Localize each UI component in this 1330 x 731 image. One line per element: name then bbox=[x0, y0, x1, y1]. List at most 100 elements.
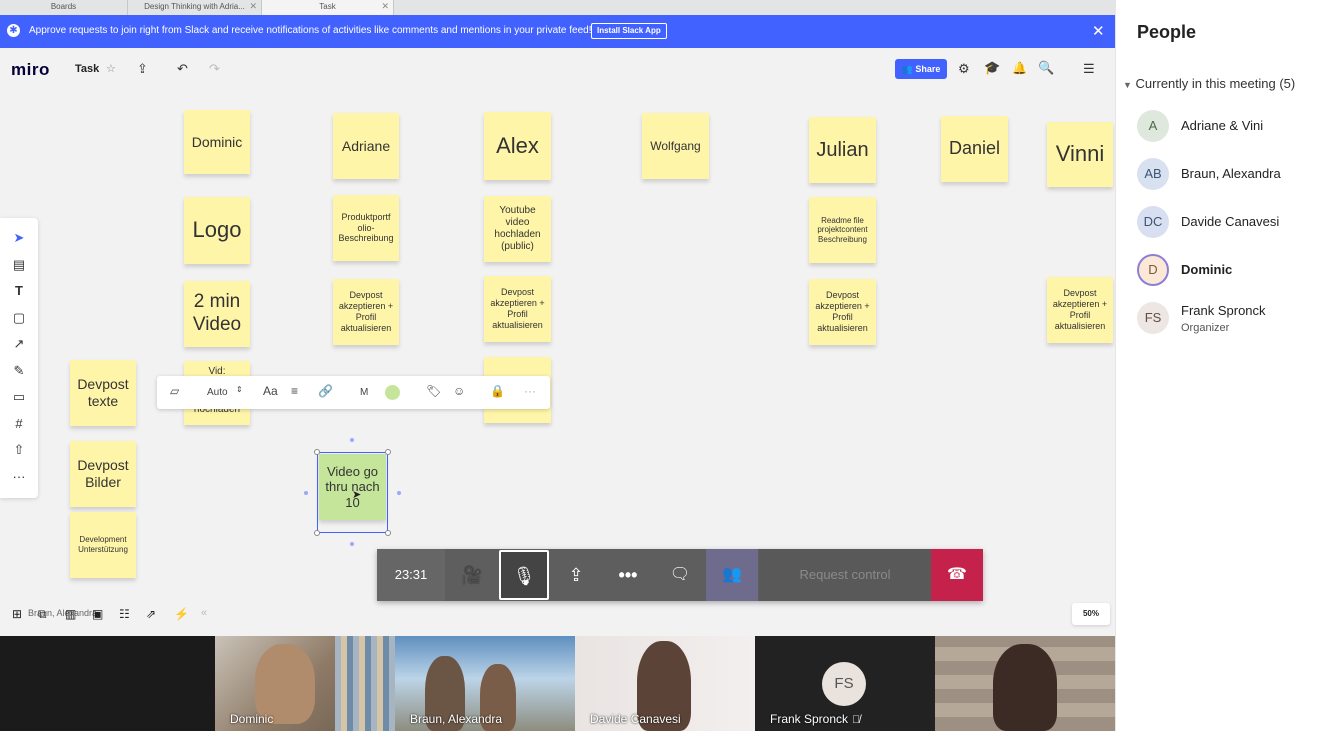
lock-icon[interactable]: 🔒 bbox=[490, 384, 505, 398]
connector-dot[interactable] bbox=[350, 542, 354, 546]
request-control-button[interactable]: Request control bbox=[759, 549, 931, 601]
resize-handle[interactable] bbox=[385, 449, 391, 455]
frames-icon[interactable]: ⊞ bbox=[12, 607, 22, 621]
text-tool-icon[interactable]: T bbox=[11, 283, 27, 299]
color-picker-button[interactable] bbox=[385, 385, 400, 400]
search-icon[interactable]: 🔍 bbox=[1038, 60, 1054, 76]
sticky-note[interactable]: 2 min Video bbox=[184, 281, 250, 347]
zoom-level[interactable]: 50% bbox=[1072, 603, 1110, 625]
person-silhouette bbox=[993, 644, 1057, 731]
connector-dot[interactable] bbox=[350, 438, 354, 442]
list-icon[interactable]: ☷ bbox=[119, 607, 130, 621]
more-tools-icon[interactable]: ··· bbox=[11, 469, 27, 485]
comments-icon[interactable]: ▣ bbox=[92, 607, 103, 621]
participant-item[interactable]: AB Braun, Alexandra bbox=[1137, 158, 1327, 192]
resize-handle[interactable] bbox=[314, 449, 320, 455]
more-icon[interactable]: ··· bbox=[524, 384, 536, 398]
cards-icon[interactable]: ▥ bbox=[65, 607, 76, 621]
meeting-section-header[interactable]: ▼ Currently in this meeting (5) bbox=[1123, 76, 1295, 91]
tab-design-thinking[interactable]: Design Thinking with Adria... ✕ bbox=[128, 0, 262, 15]
connector-dot[interactable] bbox=[304, 491, 308, 495]
redo-icon[interactable]: ↷ bbox=[209, 61, 220, 77]
participant-item[interactable]: DC Davide Canavesi bbox=[1137, 206, 1327, 240]
sticky-note[interactable]: Wolfgang bbox=[642, 113, 709, 179]
tag-icon[interactable]: 🏷 bbox=[426, 384, 441, 398]
pen-icon[interactable]: ✎ bbox=[11, 363, 27, 379]
sticky-note[interactable]: Produktportf olio-Beschreibung bbox=[333, 195, 399, 261]
hang-up-icon[interactable]: ☎ bbox=[931, 549, 983, 601]
sticky-note[interactable]: Development Unterstützung bbox=[70, 512, 136, 578]
sticky-note[interactable]: Devpost akzeptieren + Profil aktualisier… bbox=[333, 279, 399, 345]
participant-item[interactable]: FS Frank Spronck Organizer bbox=[1137, 302, 1327, 342]
video-tile[interactable]: Davide Canavesi bbox=[575, 636, 755, 731]
connector-dot[interactable] bbox=[397, 491, 401, 495]
close-tab-icon[interactable]: ✕ bbox=[381, 0, 389, 13]
sticky-note[interactable]: Adriane bbox=[333, 113, 399, 179]
video-tile[interactable]: Braun, Alexandra bbox=[395, 636, 575, 731]
upload-icon[interactable]: ⇧ bbox=[11, 442, 27, 458]
lightning-icon[interactable]: ⚡ bbox=[174, 607, 189, 621]
link-icon[interactable]: 🔗 bbox=[318, 384, 333, 398]
share-button[interactable]: 👥 Share bbox=[895, 59, 947, 79]
sticky-note[interactable]: Youtube video hochladen (public) bbox=[484, 196, 551, 262]
more-options-icon[interactable]: ••• bbox=[602, 549, 654, 601]
resize-handle[interactable] bbox=[385, 530, 391, 536]
miro-logo[interactable]: miro bbox=[11, 60, 50, 80]
undo-icon[interactable]: ↶ bbox=[177, 61, 188, 77]
settings-sliders-icon[interactable]: ⚙ bbox=[958, 61, 970, 77]
sticky-note[interactable]: Devpost texte bbox=[70, 360, 136, 426]
external-icon[interactable]: ⇗ bbox=[146, 607, 156, 621]
chat-icon[interactable]: 🗨 bbox=[655, 549, 705, 601]
board-menu-icon[interactable]: ☰ bbox=[1083, 61, 1095, 77]
connector-icon[interactable]: ↗ bbox=[11, 336, 27, 352]
comment-icon[interactable]: ▭ bbox=[11, 389, 27, 405]
learning-cap-icon[interactable]: 🎓 bbox=[984, 60, 1000, 76]
sticky-note[interactable]: Devpost akzeptieren + Profil aktualisier… bbox=[809, 279, 876, 345]
video-tile[interactable] bbox=[935, 636, 1115, 731]
sticky-note[interactable]: Devpost akzeptieren + Profil aktualisier… bbox=[484, 276, 551, 342]
share-screen-icon[interactable]: ⇪ bbox=[551, 549, 601, 601]
font-size-select[interactable]: Auto bbox=[207, 387, 228, 398]
stepper-icon[interactable]: ⇕ bbox=[236, 385, 243, 394]
microphone-icon[interactable]: 🎙 bbox=[499, 550, 549, 600]
sticky-note[interactable]: Dominic bbox=[184, 110, 250, 174]
bell-icon[interactable]: 🔔 bbox=[1012, 61, 1027, 75]
select-cursor-icon[interactable]: ➤ bbox=[11, 230, 27, 246]
sticky-note-icon[interactable]: ▱ bbox=[170, 384, 179, 398]
tab-boards[interactable]: Boards bbox=[0, 0, 128, 15]
align-icon[interactable]: ≡ bbox=[291, 384, 298, 398]
video-tile[interactable]: FS Frank Spronck 🎙̸ bbox=[755, 636, 935, 731]
emoji-icon[interactable]: ☺ bbox=[453, 384, 465, 398]
sticky-note[interactable]: Logo bbox=[184, 197, 250, 264]
camera-icon[interactable]: 🎥 bbox=[446, 549, 498, 601]
sticky-note[interactable]: Daniel bbox=[941, 116, 1008, 182]
tab-task[interactable]: Task ✕ bbox=[262, 0, 394, 15]
collapse-icon[interactable]: « bbox=[201, 607, 207, 619]
board-name[interactable]: Task bbox=[75, 63, 99, 75]
participants-icon[interactable]: 👥 bbox=[706, 549, 758, 601]
video-empty-area bbox=[0, 636, 215, 731]
font-style-button[interactable]: Aa bbox=[263, 384, 278, 398]
sticky-note[interactable]: Julian bbox=[809, 117, 876, 183]
templates-icon[interactable]: ▤ bbox=[11, 257, 27, 273]
sticky-note[interactable]: Alex bbox=[484, 112, 551, 180]
participant-role: Organizer bbox=[1181, 322, 1230, 334]
video-name: Braun, Alexandra bbox=[410, 712, 503, 726]
frame-icon[interactable]: # bbox=[11, 416, 27, 432]
star-icon[interactable]: ☆ bbox=[106, 62, 116, 75]
participant-item[interactable]: A Adriane & Vini bbox=[1137, 110, 1327, 144]
mouse-cursor-icon: ➤ bbox=[352, 489, 362, 501]
close-icon[interactable]: ✕ bbox=[1092, 22, 1105, 40]
resize-handle[interactable] bbox=[314, 530, 320, 536]
sticky-note[interactable]: Devpost Bilder bbox=[70, 441, 136, 507]
export-icon[interactable]: ⇪ bbox=[137, 61, 148, 77]
shape-icon[interactable]: ▢ bbox=[11, 310, 27, 326]
close-tab-icon[interactable]: ✕ bbox=[249, 0, 257, 13]
sticky-note[interactable]: Readme file projektcontent Beschreibung bbox=[809, 197, 876, 263]
video-tile[interactable]: Dominic bbox=[215, 636, 395, 731]
install-slack-button[interactable]: Install Slack App bbox=[591, 23, 667, 39]
participant-item[interactable]: D Dominic bbox=[1137, 254, 1327, 288]
sticky-note[interactable]: Devpost akzeptieren + Profil aktualisier… bbox=[1047, 277, 1113, 343]
author-initial[interactable]: M bbox=[360, 387, 368, 398]
sticky-note[interactable]: Vinni bbox=[1047, 122, 1113, 187]
